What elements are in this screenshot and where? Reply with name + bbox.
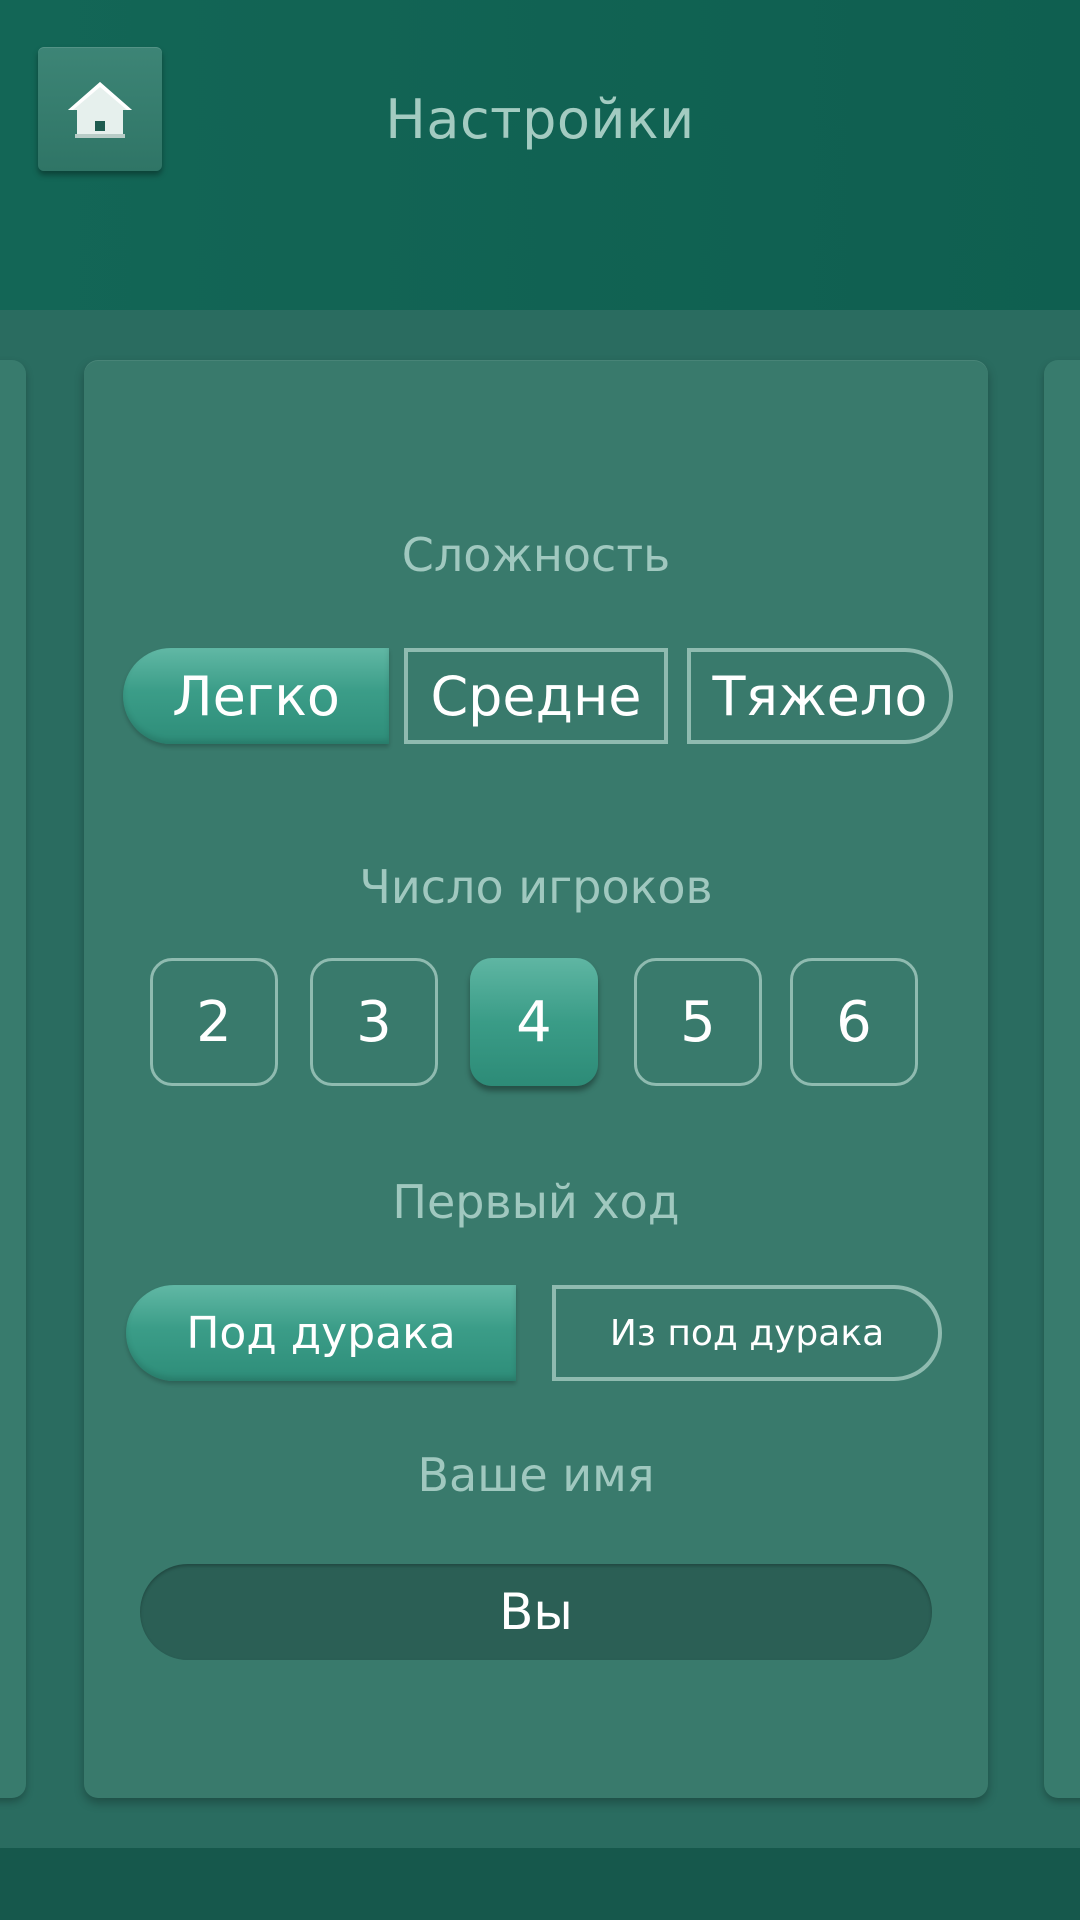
first-move-under-fool-button[interactable]: Под дурака: [126, 1285, 516, 1381]
adjacent-card-left: [0, 360, 26, 1798]
settings-card: Сложность Легко Средне Тяжело Число игро…: [84, 360, 988, 1798]
settings-content: Сложность Легко Средне Тяжело Число игро…: [0, 310, 1080, 1848]
adjacent-card-right: [1044, 360, 1080, 1798]
players-4-button[interactable]: 4: [470, 958, 598, 1086]
difficulty-label: Сложность: [401, 528, 671, 582]
header-bar: Настройки: [0, 0, 1080, 310]
first-move-label: Первый ход: [392, 1175, 680, 1229]
page-title: Настройки: [385, 88, 695, 151]
players-5-button[interactable]: 5: [634, 958, 762, 1086]
first-move-from-under-fool-button[interactable]: Из под дурака: [552, 1285, 942, 1381]
player-name-input[interactable]: Вы: [140, 1564, 932, 1660]
difficulty-hard-button[interactable]: Тяжело: [687, 648, 953, 744]
bottom-bar: [0, 1848, 1080, 1920]
settings-screen: Настройки Сложность Легко Средне Тяжело …: [0, 0, 1080, 1920]
players-2-button[interactable]: 2: [150, 958, 278, 1086]
players-6-button[interactable]: 6: [790, 958, 918, 1086]
difficulty-medium-button[interactable]: Средне: [404, 648, 668, 744]
your-name-label: Ваше имя: [417, 1448, 655, 1502]
players-3-button[interactable]: 3: [310, 958, 438, 1086]
difficulty-easy-button[interactable]: Легко: [123, 648, 389, 744]
players-count-label: Число игроков: [359, 860, 713, 914]
